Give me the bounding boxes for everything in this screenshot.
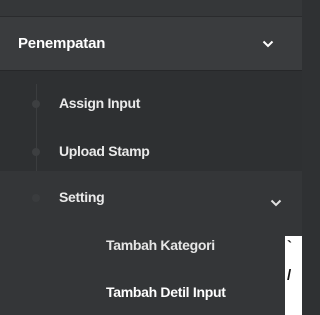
sidebar-section-penempatan[interactable]: Penempatan xyxy=(0,17,302,70)
bullet-dot-icon xyxy=(32,100,40,108)
sidebar-item-upload-stamp[interactable]: Upload Stamp xyxy=(0,130,302,174)
chevron-down-icon xyxy=(262,40,274,48)
sidebar-item-setting[interactable]: Setting xyxy=(0,176,302,220)
sidebar-item-label: Upload Stamp xyxy=(59,143,150,159)
sidebar-subitem-tambah-kategori[interactable]: Tambah Kategori xyxy=(0,224,302,268)
sidebar-section-label: Penempatan xyxy=(18,35,106,52)
sidebar-item-label: Assign Input xyxy=(59,95,141,111)
sidebar-item-label: Setting xyxy=(59,189,105,205)
adjacent-content-fragment: ` xyxy=(287,238,292,255)
sidebar-top-strip xyxy=(0,0,302,17)
sidebar-subitem-label: Tambah Detil Input xyxy=(106,284,226,300)
adjacent-content-fragment: / xyxy=(287,267,292,284)
bullet-dot-icon xyxy=(32,148,40,156)
sidebar-subitem-label: Tambah Kategori xyxy=(106,237,215,253)
bullet-dot-icon xyxy=(32,194,40,202)
sidebar-subitem-tambah-detil-input[interactable]: Tambah Detil Input xyxy=(0,270,302,314)
chevron-down-icon xyxy=(270,199,282,207)
sidebar-item-assign-input[interactable]: Assign Input xyxy=(0,82,302,126)
adjacent-content-edge: ` / xyxy=(285,236,302,315)
